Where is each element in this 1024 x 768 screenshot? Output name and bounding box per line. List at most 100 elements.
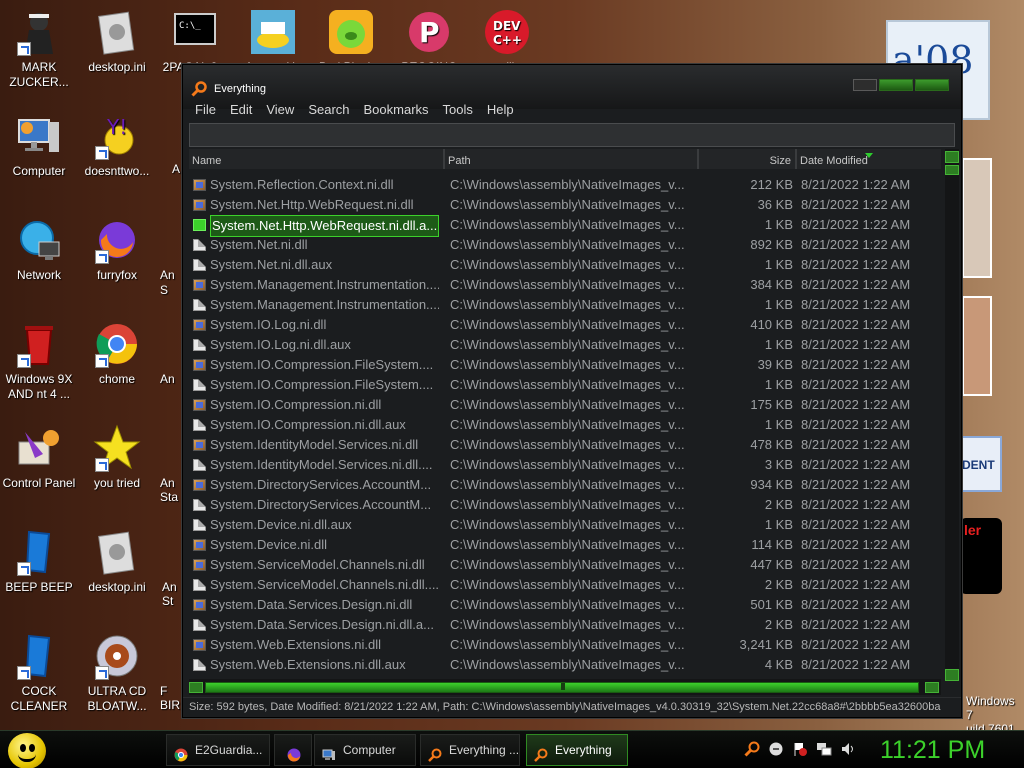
- horizontal-scrollbar[interactable]: [189, 679, 941, 695]
- file-row[interactable]: System.DirectoryServices.AccountM... C:\W…: [189, 475, 941, 495]
- column-name[interactable]: Name: [189, 149, 445, 169]
- scroll-down-button[interactable]: [945, 669, 959, 681]
- file-row[interactable]: System.Management.Instrumentation.... C:\…: [189, 275, 941, 295]
- column-path[interactable]: Path: [445, 149, 699, 169]
- file-row[interactable]: System.Net.Http.WebRequest.ni.dll.a... C:…: [189, 215, 941, 237]
- desktop-icon-beep[interactable]: BEEP BEEP: [0, 528, 78, 595]
- file-row[interactable]: System.Web.Extensions.ni.dll C:\Windows\a…: [189, 635, 941, 655]
- desktop-icon-mark[interactable]: MARK ZUCKER...: [0, 8, 78, 90]
- file-name: System.Web.Extensions.ni.dll.aux: [210, 657, 406, 672]
- search-input[interactable]: [190, 124, 954, 146]
- file-name: System.Reflection.Context.ni.dll: [210, 177, 394, 192]
- messenger-tray-icon[interactable]: [768, 741, 784, 757]
- file-row[interactable]: System.Data.Services.Design.ni.dll.a... C…: [189, 615, 941, 635]
- file-row[interactable]: System.Net.Http.WebRequest.ni.dll C:\Wind…: [189, 195, 941, 215]
- file-row[interactable]: System.IdentityModel.Services.ni.dll....…: [189, 455, 941, 475]
- desktop-icon-desktopini-2[interactable]: desktop.ini: [78, 528, 156, 595]
- file-row[interactable]: System.Device.ni.dll C:\Windows\assembly\…: [189, 535, 941, 555]
- file-date: 8/21/2022 1:22 AM: [801, 317, 911, 332]
- desktop-icon-furryfox[interactable]: furryfox: [78, 216, 156, 283]
- taskbar-item-everything-1[interactable]: Everything ...: [420, 734, 520, 766]
- scroll-thumb[interactable]: [945, 165, 959, 175]
- file-name: System.IO.Compression.ni.dll: [210, 397, 382, 412]
- file-row[interactable]: System.IO.Compression.FileSystem.... C:\W…: [189, 355, 941, 375]
- menu-file[interactable]: File: [189, 101, 222, 121]
- desktop-icon-network[interactable]: Network: [0, 216, 78, 283]
- file-date: 8/21/2022 1:22 AM: [801, 337, 911, 352]
- menu-tools[interactable]: Tools: [437, 101, 479, 121]
- desktop-icon-label: furryfox: [96, 268, 137, 282]
- desktop-icon-chome[interactable]: chome: [78, 320, 156, 387]
- file-size: 114 KB: [751, 537, 793, 552]
- maximize-button[interactable]: [879, 79, 913, 91]
- column-date[interactable]: Date Modified: [797, 149, 941, 169]
- volume-tray-icon[interactable]: [840, 741, 856, 757]
- file-size: 1 KB: [764, 417, 793, 432]
- desktop-icon-control-panel[interactable]: Control Panel: [0, 424, 78, 491]
- svg-text:DEV: DEV: [493, 19, 521, 33]
- file-row[interactable]: System.Reflection.Context.ni.dll C:\Windo…: [189, 175, 941, 195]
- desktop-icon-doesnttwo[interactable]: Y! doesnttwo...: [78, 112, 156, 179]
- clock[interactable]: 11:21 PM: [880, 734, 985, 766]
- partial-label: An S: [160, 268, 175, 297]
- everything-tray-icon[interactable]: [744, 741, 760, 757]
- desktop-icon-desktopini[interactable]: desktop.ini: [78, 8, 156, 75]
- menu-help[interactable]: Help: [481, 101, 520, 121]
- taskbar-item-firefox[interactable]: [274, 734, 312, 766]
- file-size: 1 KB: [764, 517, 793, 532]
- taskbar-item-everything-2[interactable]: Everything: [526, 734, 628, 766]
- menu-bookmarks[interactable]: Bookmarks: [358, 101, 435, 121]
- file-date: 8/21/2022 1:22 AM: [801, 217, 911, 232]
- file-row[interactable]: System.Device.ni.dll.aux C:\Windows\assem…: [189, 515, 941, 535]
- system-tray: [744, 741, 856, 757]
- file-path: C:\Windows\assembly\NativeImages_v...: [450, 217, 685, 232]
- scroll-up-button[interactable]: [945, 151, 959, 163]
- vertical-scrollbar[interactable]: [945, 149, 959, 681]
- desktop-icon-label: MARK ZUCKER...: [9, 60, 69, 89]
- desktop-icon-ultra-cd[interactable]: ULTRA CD BLOATW...: [78, 632, 156, 714]
- file-row[interactable]: System.Net.ni.dll.aux C:\Windows\assembly…: [189, 255, 941, 275]
- file-row[interactable]: System.IdentityModel.Services.ni.dll C:\W…: [189, 435, 941, 455]
- file-row[interactable]: System.IO.Log.ni.dll.aux C:\Windows\assem…: [189, 335, 941, 355]
- file-row[interactable]: System.DirectoryServices.AccountM... C:\W…: [189, 495, 941, 515]
- file-date: 8/21/2022 1:22 AM: [801, 437, 911, 452]
- menu-edit[interactable]: Edit: [224, 101, 258, 121]
- file-row[interactable]: System.IO.Compression.ni.dll C:\Windows\a…: [189, 395, 941, 415]
- file-path: C:\Windows\assembly\NativeImages_v...: [450, 517, 685, 532]
- dll-file-icon: [193, 479, 206, 491]
- desktop-icon-cock-cleaner[interactable]: COCK CLEANER: [0, 632, 78, 714]
- file-row[interactable]: System.Management.Instrumentation.... C:\…: [189, 295, 941, 315]
- p-logo-icon: P: [405, 8, 453, 56]
- start-button[interactable]: [8, 733, 46, 768]
- menu-search[interactable]: Search: [302, 101, 355, 121]
- chrome-icon: [174, 743, 188, 762]
- file-row[interactable]: System.IO.Log.ni.dll C:\Windows\assembly\…: [189, 315, 941, 335]
- file-row[interactable]: System.Data.Services.Design.ni.dll C:\Win…: [189, 595, 941, 615]
- flag-tray-icon[interactable]: [792, 741, 808, 757]
- file-row[interactable]: System.ServiceModel.Channels.ni.dll C:\Wi…: [189, 555, 941, 575]
- file-row[interactable]: System.ServiceModel.Channels.ni.dll.... C…: [189, 575, 941, 595]
- scroll-left-button[interactable]: [189, 682, 203, 693]
- menu-view[interactable]: View: [260, 101, 300, 121]
- taskbar-label: Everything: [555, 743, 612, 757]
- file-path: C:\Windows\assembly\NativeImages_v...: [450, 177, 685, 192]
- taskbar-item-computer[interactable]: Computer: [314, 734, 416, 766]
- file-row[interactable]: System.IO.Compression.ni.dll.aux C:\Windo…: [189, 415, 941, 435]
- title-bar[interactable]: Everything File Edit View Search Bookmar…: [183, 65, 961, 117]
- aux-file-icon: [193, 299, 206, 311]
- desktop-icon-computer[interactable]: Computer: [0, 112, 78, 179]
- file-row[interactable]: System.Net.ni.dll C:\Windows\assembly\Nat…: [189, 235, 941, 255]
- file-row[interactable]: System.IO.Compression.FileSystem.... C:\W…: [189, 375, 941, 395]
- dll-file-icon: [193, 539, 206, 551]
- minimize-button[interactable]: [853, 79, 877, 91]
- scroll-right-button[interactable]: [925, 682, 939, 693]
- desktop-icon-win9x[interactable]: Windows 9X AND nt 4 ...: [0, 320, 78, 402]
- desktop-icon-you-tried[interactable]: you tried: [78, 424, 156, 491]
- close-button[interactable]: [915, 79, 949, 91]
- column-size[interactable]: Size: [699, 149, 797, 169]
- network-tray-icon[interactable]: [816, 741, 832, 757]
- file-row[interactable]: System.Web.Extensions.ni.dll.aux C:\Windo…: [189, 655, 941, 675]
- taskbar-item-e2guardian[interactable]: E2Guardia...: [166, 734, 270, 766]
- file-size: 934 KB: [750, 477, 793, 492]
- everything-window: Everything File Edit View Search Bookmar…: [182, 64, 962, 718]
